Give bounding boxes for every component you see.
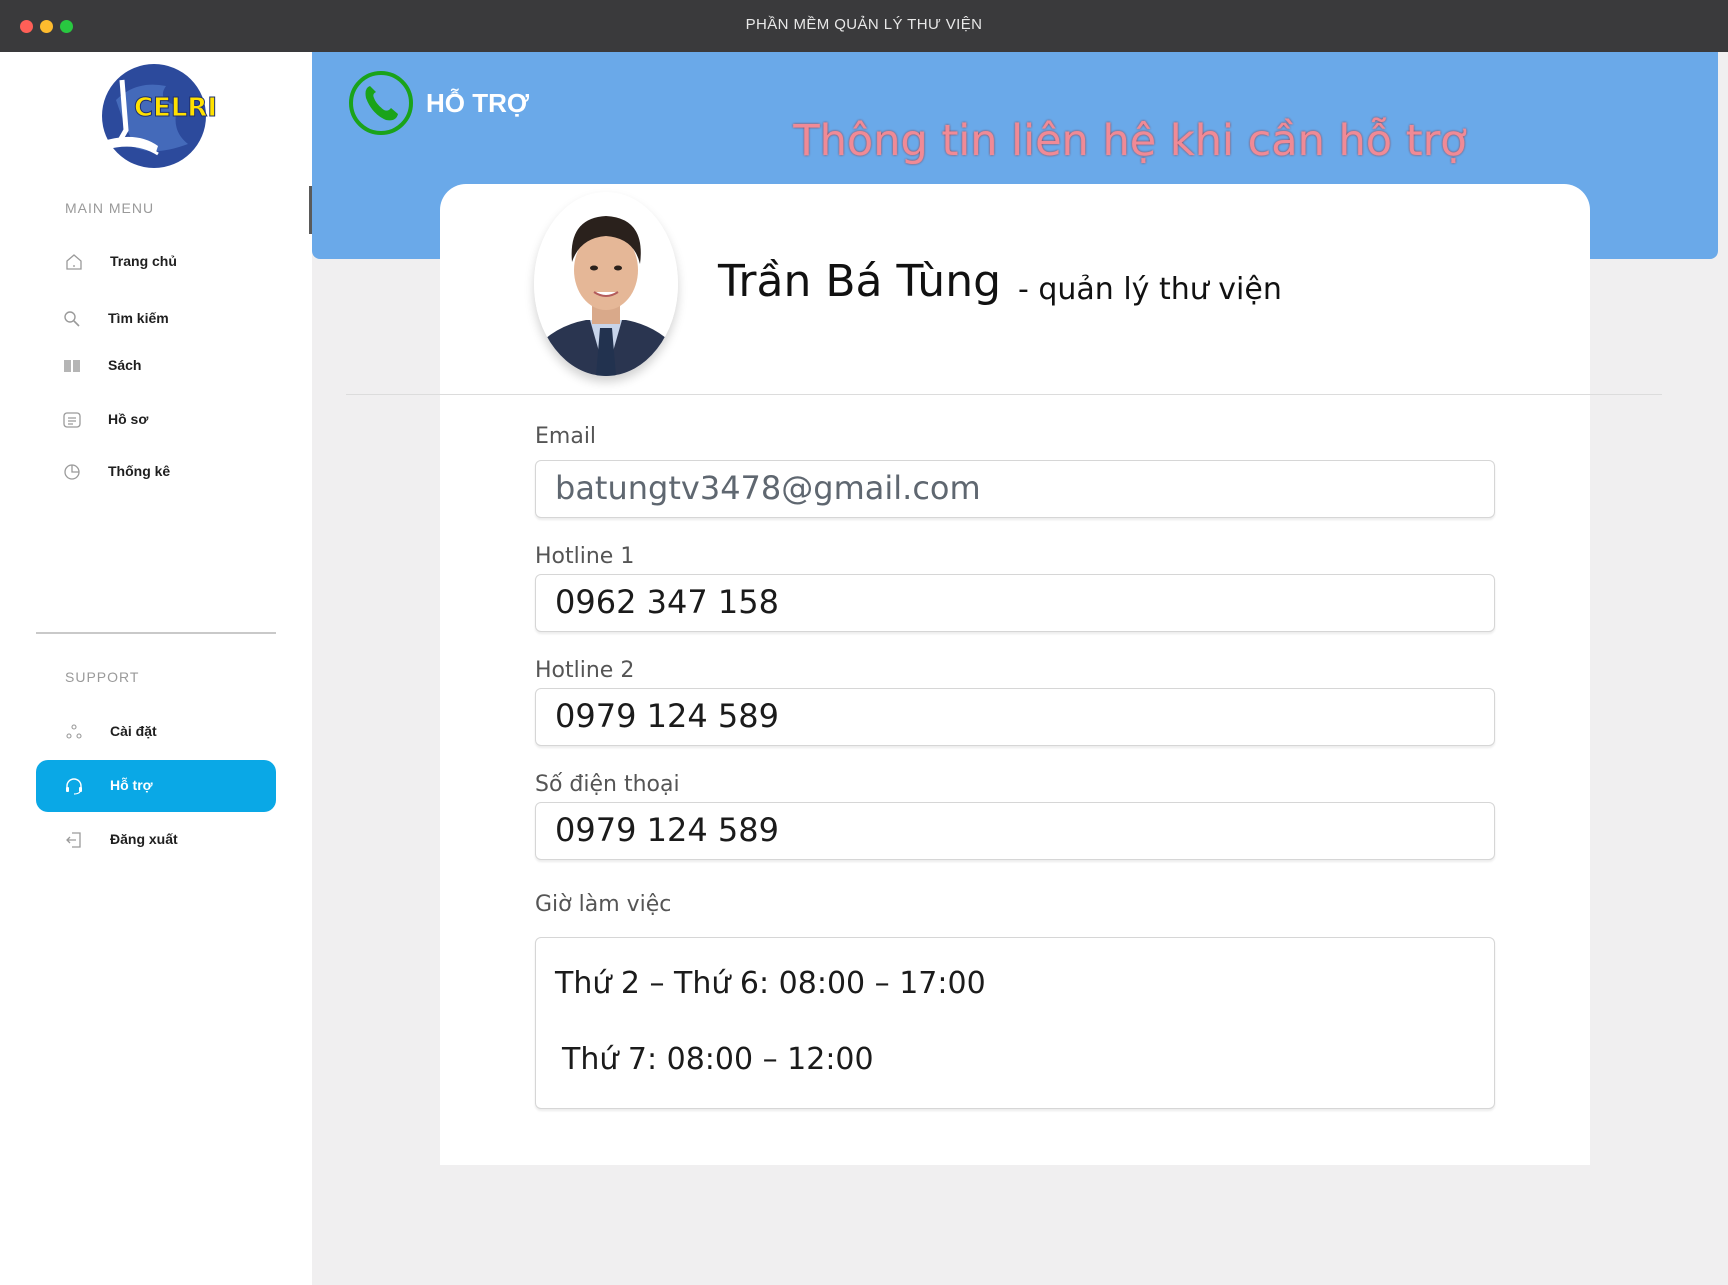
window-title: PHẦN MỀM QUẢN LÝ THƯ VIỆN [745,16,983,33]
sidebar-item-statistics[interactable]: Thống kê [34,446,274,498]
sidebar-item-support[interactable]: Hỗ trợ [36,760,276,812]
contact-card: Trần Bá Tùng - quản lý thư viện Email ba… [346,184,1662,1165]
window-titlebar: PHẦN MỀM QUẢN LÝ THƯ VIỆN [0,0,1728,52]
sidebar-item-search[interactable]: Tìm kiếm [34,293,274,345]
headset-icon [66,778,82,795]
hours-weekday: Thứ 2 – Thứ 6: 08:00 – 17:00 [555,966,986,1001]
home-icon [66,254,82,270]
chart-icon [64,464,80,480]
logout-icon [66,832,81,848]
sidebar-item-label: Trang chủ [110,253,177,269]
sidebar-item-settings[interactable]: Cài đặt [36,706,276,758]
page-subtitle: Thông tin liên hệ khi cần hỗ trợ [793,116,1467,166]
email-field[interactable]: batungtv3478@gmail.com [535,460,1495,518]
hotline1-value: 0962 347 158 [555,583,779,621]
sidebar-item-label: Thống kê [108,463,171,479]
sidebar-item-books[interactable]: Sách [34,340,274,392]
main-menu-label: MAIN MENU [65,200,155,216]
sidebar-item-label: Tìm kiếm [108,310,169,326]
contact-name: Trần Bá Tùng [718,256,1002,307]
sidebar-divider [36,632,276,634]
avatar [534,192,678,376]
sidebar-item-label: Hỗ trợ [110,777,153,793]
phone-field[interactable]: 0979 124 589 [535,802,1495,860]
logo-text: CELRI [134,93,217,123]
sidebar-item-profile[interactable]: Hồ sơ [34,394,274,446]
phone-icon [349,71,413,135]
main-content: HỖ TRỢ Thông tin liên hệ khi cần hỗ trợ … [312,52,1728,1285]
contact-role: - quản lý thư viện [1018,272,1282,307]
hotline1-field[interactable]: 0962 347 158 [535,574,1495,632]
sidebar-item-home[interactable]: Trang chủ [36,236,276,288]
sidebar-item-label: Hồ sơ [108,411,149,427]
celri-logo: CELRI [100,64,218,168]
settings-icon [66,724,82,739]
hotline2-label: Hotline 2 [535,658,635,683]
phone-label: Số điện thoại [535,772,680,797]
hotline2-field[interactable]: 0979 124 589 [535,688,1495,746]
sidebar-item-label: Sách [108,357,142,373]
hotline2-value: 0979 124 589 [555,697,779,735]
hours-label: Giờ làm việc [535,892,672,917]
card-separator [346,394,1662,395]
phone-value: 0979 124 589 [555,811,779,849]
hours-field[interactable]: Thứ 2 – Thứ 6: 08:00 – 17:00 Thứ 7: 08:0… [535,937,1495,1109]
email-label: Email [535,424,597,449]
sidebar-item-label: Cài đặt [110,723,157,739]
email-value: batungtv3478@gmail.com [555,469,981,507]
hotline1-label: Hotline 1 [535,544,635,569]
profile-icon [63,412,81,428]
hours-saturday: Thứ 7: 08:00 – 12:00 [562,1042,874,1077]
sidebar: CELRI MAIN MENU Trang chủ Tìm kiếm Sách … [0,52,312,1285]
sidebar-item-label: Đăng xuất [110,831,178,847]
support-label: SUPPORT [65,669,140,685]
sidebar-item-logout[interactable]: Đăng xuất [36,814,276,866]
book-icon [64,360,80,372]
search-icon [64,311,80,327]
page-title: HỖ TRỢ [426,88,530,118]
